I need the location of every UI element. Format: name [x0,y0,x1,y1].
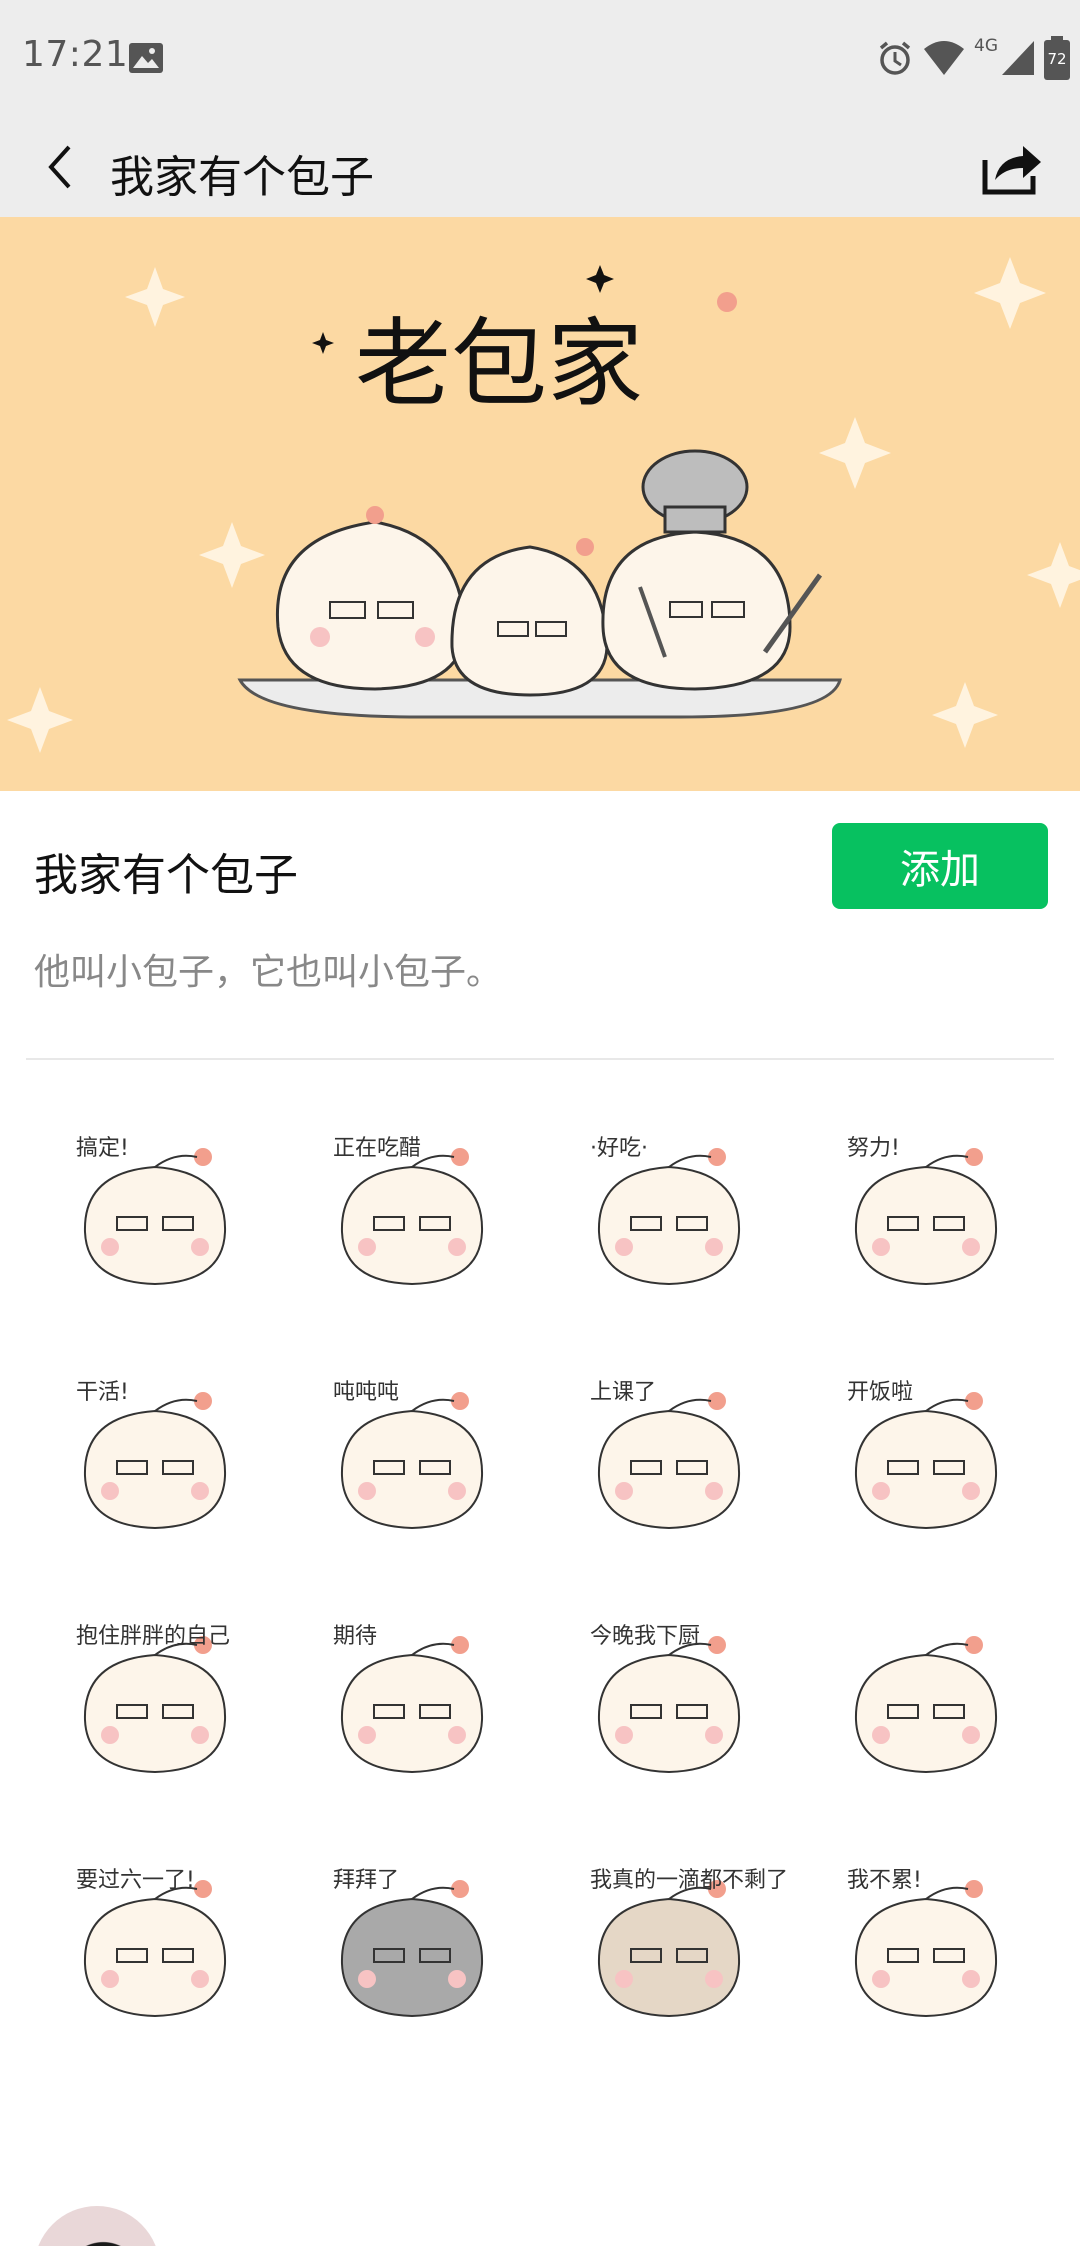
sticker-caption: 吨吨吨 [333,1380,400,1405]
bun-illustration [854,1636,997,1774]
sticker-item[interactable]: 今晚我下厨 [540,1578,797,1822]
sticker-caption: 期待 [333,1624,378,1649]
status-icons: 4G 72 [876,36,1070,80]
battery-icon: 72 [1044,36,1070,80]
sticker-item[interactable]: 开饭啦 [797,1334,1054,1578]
sticker-grid: 搞定! 正在吃醋 ·好吃· 努力! 干活! 吨吨吨 上课了 开饭啦抱住胖胖的自己 期待 今晚我下厨… [26,1090,1054,2066]
pack-info: 我家有个包子 添加 他叫小包子，它也叫小包子。 [0,791,1080,1061]
sticker-item[interactable]: 期待 [283,1578,540,1822]
sticker-caption: 搞定! [76,1136,129,1161]
sticker-item[interactable]: 上课了 [540,1334,797,1578]
nav-bar: 我家有个包子 [0,117,1080,217]
sticker-item[interactable]: 搞定! [26,1090,283,1334]
sticker-caption: ·好吃· [590,1136,648,1161]
wifi-icon [924,41,964,75]
sticker-caption: 努力! [847,1136,900,1161]
banner-title: 老包家 [355,308,643,420]
sticker-caption: 要过六一了! [76,1868,195,1893]
sticker-item[interactable]: 拜拜了 [283,1822,540,2066]
sticker-item[interactable]: 我真的一滴都不剩了 [540,1822,797,2066]
image-icon [129,43,163,73]
back-button[interactable] [28,135,92,199]
divider [26,1058,1054,1060]
sticker-item[interactable]: 正在吃醋 [283,1090,540,1334]
avatar[interactable] [34,2206,160,2246]
add-button[interactable]: 添加 [832,823,1048,909]
sticker-caption: 干活! [76,1380,129,1405]
sticker-item[interactable]: ·好吃· [540,1090,797,1334]
sticker-item[interactable]: 干活! [26,1334,283,1578]
status-time: 17:21 [22,34,129,75]
pack-name: 我家有个包子 [34,850,298,901]
sticker-caption: 今晚我下厨 [590,1624,701,1649]
sticker-caption: 我真的一滴都不剩了 [590,1868,789,1893]
sticker-caption: 抱住胖胖的自己 [76,1624,231,1649]
signal-icon [1002,41,1034,75]
page-title: 我家有个包子 [110,152,374,203]
sticker-caption: 上课了 [590,1380,657,1405]
share-button[interactable] [974,129,1050,205]
banner-image: 老包家 [0,217,1080,791]
sticker-item[interactable] [797,1578,1054,1822]
chevron-left-icon [48,145,71,189]
battery-level: 72 [1047,50,1067,68]
pack-description: 他叫小包子，它也叫小包子。 [34,952,503,993]
network-label: 4G [974,36,998,56]
sticker-item[interactable]: 要过六一了! [26,1822,283,2066]
sticker-item[interactable]: 抱住胖胖的自己 [26,1578,283,1822]
banner-illustration: 老包家 [7,257,1080,753]
alarm-icon [879,41,911,75]
status-bar: 17:21 4G 72 [0,0,1080,117]
share-icon [982,146,1041,195]
sticker-item[interactable]: 努力! [797,1090,1054,1334]
sticker-caption: 正在吃醋 [333,1136,422,1161]
sticker-caption: 拜拜了 [333,1868,400,1893]
sticker-item[interactable]: 吨吨吨 [283,1334,540,1578]
sticker-caption: 我不累! [847,1868,922,1893]
sticker-caption: 开饭啦 [847,1380,914,1405]
sticker-item[interactable]: 我不累! [797,1822,1054,2066]
